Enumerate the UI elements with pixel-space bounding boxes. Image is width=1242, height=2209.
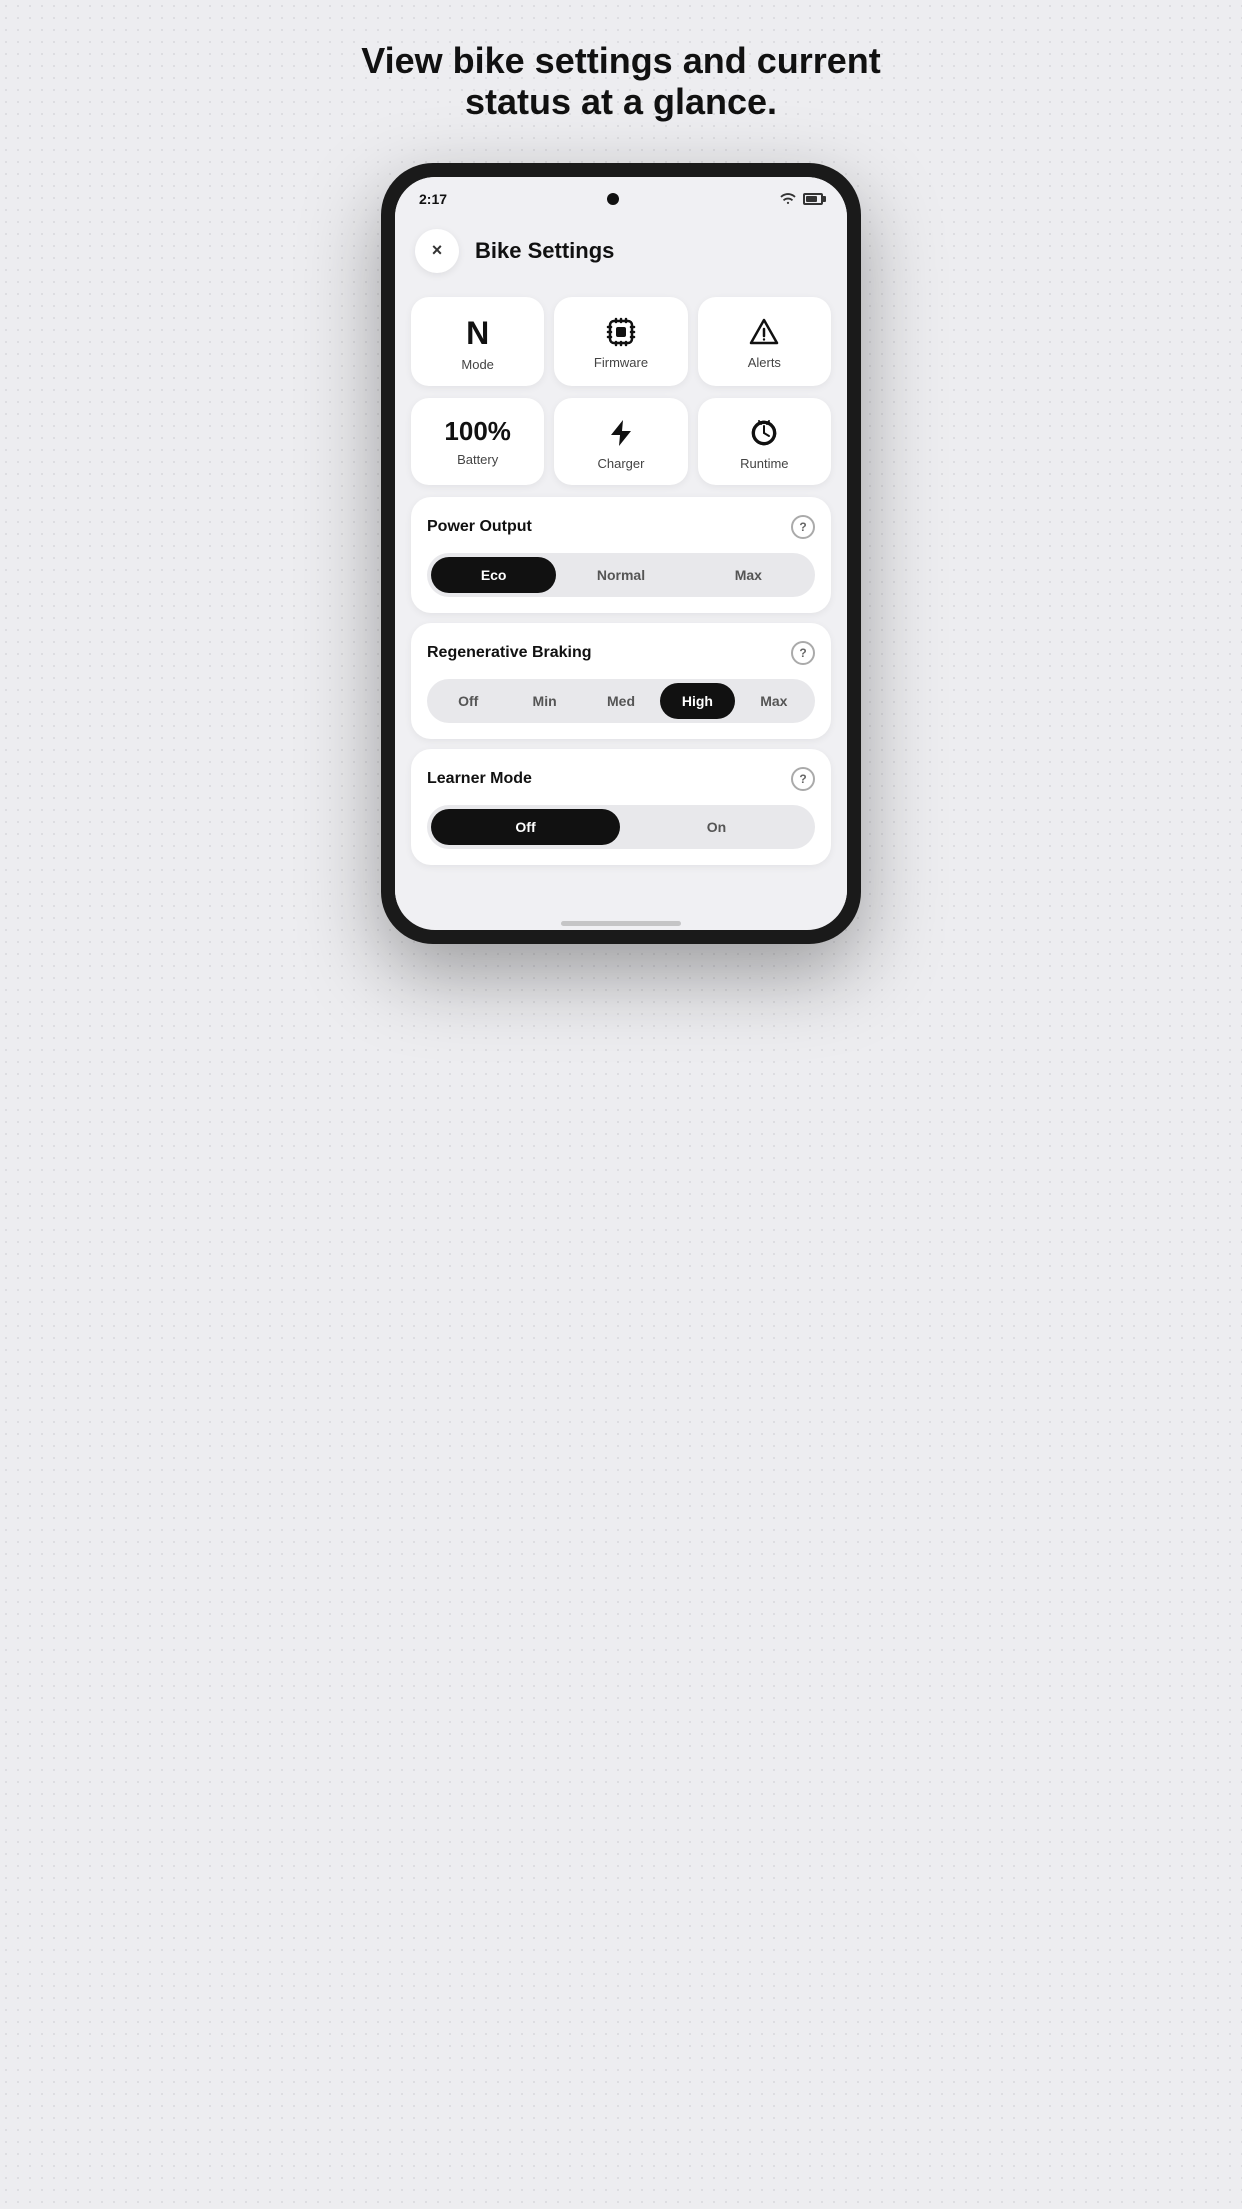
battery-icon: [803, 193, 823, 205]
mode-icon: N: [466, 317, 489, 349]
learner-mode-toggle: Off On: [427, 805, 815, 849]
alerts-tile[interactable]: Alerts: [698, 297, 831, 386]
learner-off-option[interactable]: Off: [431, 809, 620, 845]
status-time: 2:17: [419, 191, 447, 207]
firmware-label: Firmware: [594, 355, 648, 370]
app-header: × Bike Settings: [411, 229, 831, 273]
regen-min-option[interactable]: Min: [507, 683, 581, 719]
power-eco-option[interactable]: Eco: [431, 557, 556, 593]
runtime-label: Runtime: [740, 456, 788, 471]
learner-mode-help[interactable]: ?: [791, 767, 815, 791]
home-indicator: [561, 921, 681, 926]
learner-mode-title: Learner Mode: [427, 770, 532, 788]
regen-med-option[interactable]: Med: [584, 683, 658, 719]
regen-high-option[interactable]: High: [660, 683, 734, 719]
regen-braking-header: Regenerative Braking ?: [427, 641, 815, 665]
phone-screen: 2:17 × Bike Settings: [395, 177, 847, 930]
alert-icon: [749, 317, 779, 347]
battery-tile[interactable]: 100% Battery: [411, 398, 544, 485]
status-bar: 2:17: [395, 177, 847, 213]
runtime-icon: [749, 418, 779, 448]
status-icons: [779, 192, 823, 206]
power-max-option[interactable]: Max: [686, 557, 811, 593]
tiles-row-1: N Mode: [411, 297, 831, 386]
power-output-help[interactable]: ?: [791, 515, 815, 539]
charger-icon: [607, 418, 635, 448]
camera-dot: [607, 193, 619, 205]
close-button[interactable]: ×: [415, 229, 459, 273]
learner-mode-card: Learner Mode ? Off On: [411, 749, 831, 865]
learner-mode-header: Learner Mode ?: [427, 767, 815, 791]
power-output-header: Power Output ?: [427, 515, 815, 539]
regen-max-option[interactable]: Max: [737, 683, 811, 719]
regen-braking-help[interactable]: ?: [791, 641, 815, 665]
page-headline: View bike settings and current status at…: [341, 40, 901, 123]
mode-tile[interactable]: N Mode: [411, 297, 544, 386]
power-output-title: Power Output: [427, 518, 532, 536]
battery-label: Battery: [457, 452, 498, 467]
regen-braking-toggle: Off Min Med High Max: [427, 679, 815, 723]
charger-tile[interactable]: Charger: [554, 398, 687, 485]
charger-label: Charger: [598, 456, 645, 471]
alerts-label: Alerts: [748, 355, 781, 370]
battery-value: 100%: [444, 418, 511, 444]
tiles-row-2: 100% Battery Charger: [411, 398, 831, 485]
firmware-tile[interactable]: Firmware: [554, 297, 687, 386]
battery-fill: [806, 196, 817, 202]
power-output-card: Power Output ? Eco Normal Max: [411, 497, 831, 613]
learner-on-option[interactable]: On: [622, 809, 811, 845]
phone-shell: 2:17 × Bike Settings: [381, 163, 861, 944]
regen-off-option[interactable]: Off: [431, 683, 505, 719]
page-title: Bike Settings: [475, 238, 614, 264]
mode-label: Mode: [461, 357, 494, 372]
power-normal-option[interactable]: Normal: [558, 557, 683, 593]
wifi-icon: [779, 192, 797, 206]
runtime-tile[interactable]: Runtime: [698, 398, 831, 485]
firmware-icon: [606, 317, 636, 347]
regen-braking-title: Regenerative Braking: [427, 644, 592, 662]
screen-content: × Bike Settings N Mode: [395, 213, 847, 905]
regen-braking-card: Regenerative Braking ? Off Min Med High …: [411, 623, 831, 739]
power-output-toggle: Eco Normal Max: [427, 553, 815, 597]
